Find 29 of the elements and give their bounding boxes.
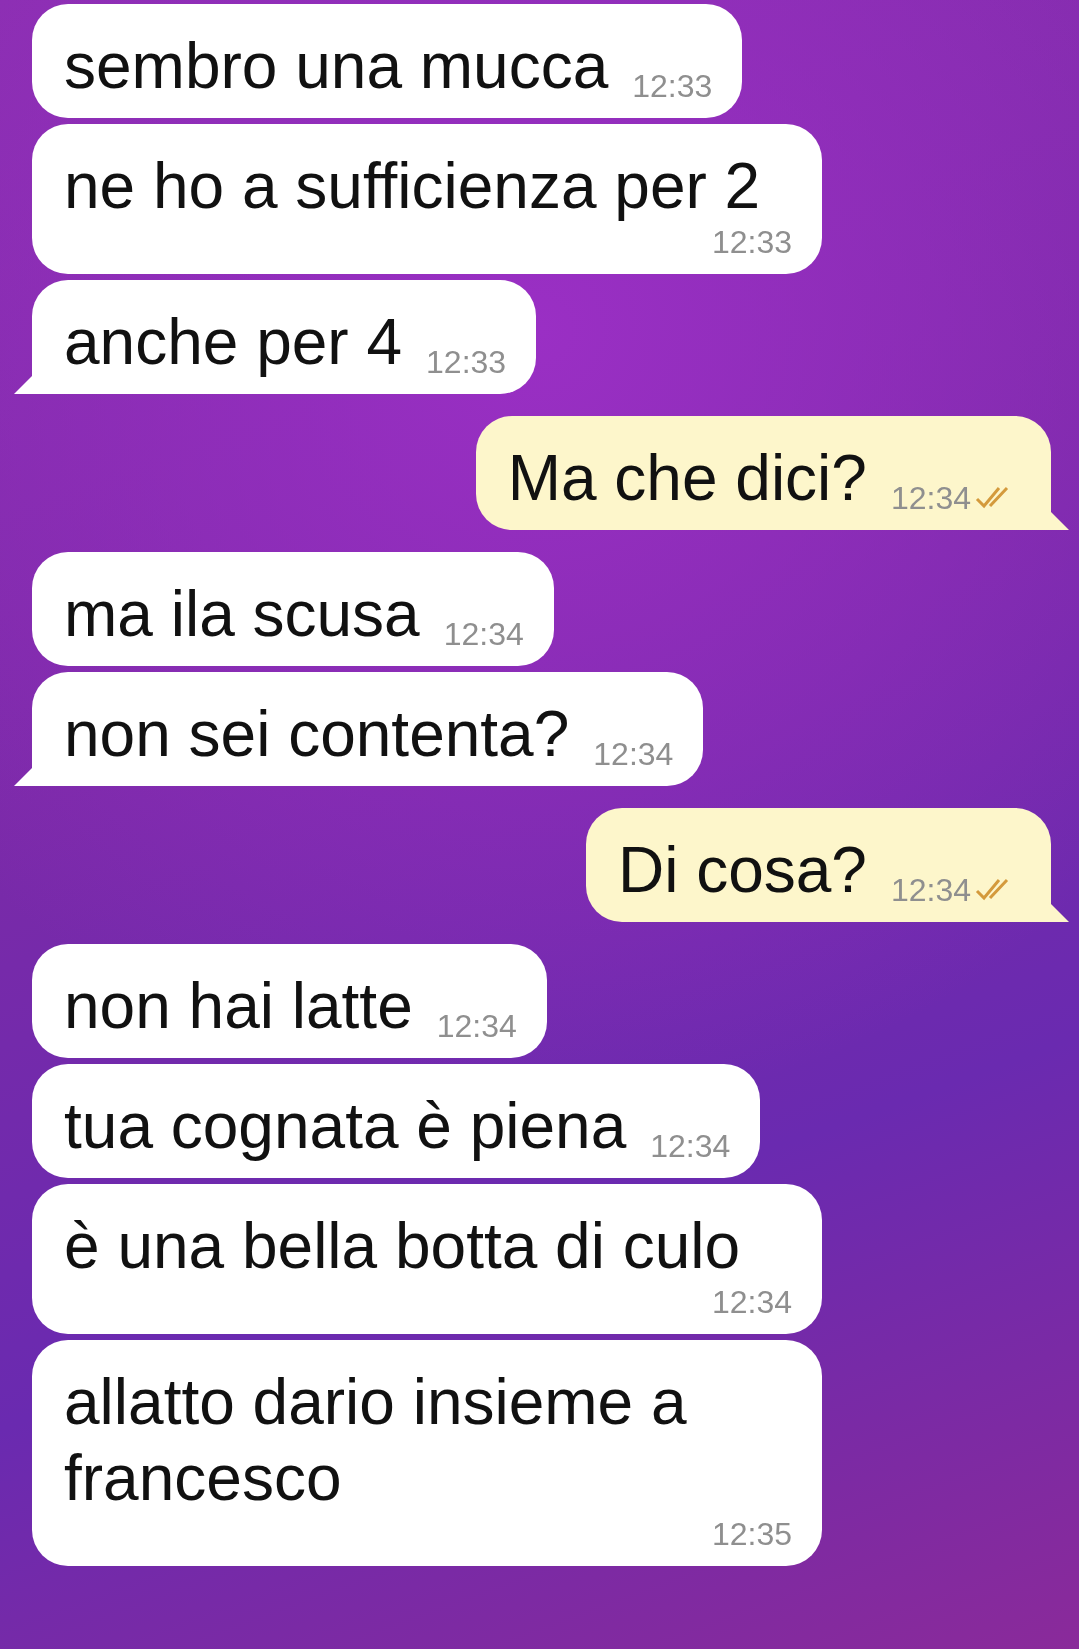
message-text: anche per 4	[64, 305, 403, 380]
message-time: 12:33	[711, 224, 792, 260]
message-time: 12:34	[890, 480, 971, 516]
message-text: è una bella botta di culo	[64, 1209, 741, 1284]
message-bubble[interactable]: ma ila scusa 12:34	[32, 552, 554, 666]
message-text: non hai latte	[64, 969, 413, 1044]
message-time: 12:34	[443, 616, 524, 652]
message-bubble[interactable]: tua cognata è piena 12:34	[32, 1064, 761, 1178]
message-time: 12:35	[711, 1516, 792, 1552]
message-time: 12:34	[711, 1284, 792, 1320]
message-time: 12:34	[890, 872, 971, 908]
message-text: non sei contenta?	[64, 697, 570, 772]
message-text: sembro una mucca	[64, 29, 609, 104]
message-bubble[interactable]: sembro una mucca 12:33	[32, 4, 743, 118]
message-text: ne ho a sufficienza per 2	[64, 149, 761, 224]
message-time: 12:34	[436, 1008, 517, 1044]
message-time: 12:34	[593, 736, 674, 772]
message-bubble[interactable]: è una bella botta di culo 12:34	[32, 1184, 822, 1334]
message-time: 12:34	[650, 1128, 731, 1164]
message-bubble[interactable]: allatto dario insieme a francesco 12:35	[32, 1340, 822, 1566]
message-bubble[interactable]: ne ho a sufficienza per 2 12:33	[32, 124, 822, 274]
message-text: Ma che dici?	[507, 441, 867, 516]
message-text: Di cosa?	[617, 833, 867, 908]
message-time: 12:33	[632, 68, 713, 104]
message-time: 12:33	[426, 344, 507, 380]
message-bubble[interactable]: non hai latte 12:34	[32, 944, 547, 1058]
message-text: allatto dario insieme a francesco	[64, 1365, 688, 1516]
message-text: tua cognata è piena	[64, 1089, 627, 1164]
message-text: ma ila scusa	[64, 577, 420, 652]
